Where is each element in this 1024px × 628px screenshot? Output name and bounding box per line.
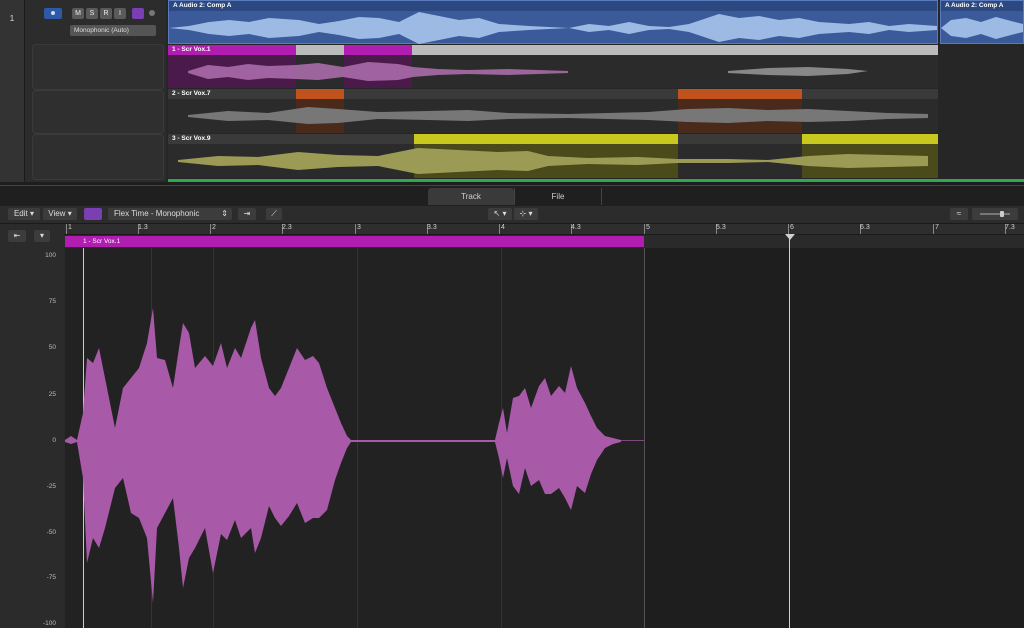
ruler-tick: 6.3 xyxy=(860,224,870,231)
main-waveform xyxy=(65,308,621,603)
take-1-selection xyxy=(344,45,412,55)
record-dot-icon xyxy=(149,10,155,16)
ruler-tick: 2 xyxy=(212,224,216,231)
amplitude-label: 25 xyxy=(48,391,56,398)
take-header-panel xyxy=(32,90,164,134)
take-3-label: 3 - Scr Vox.9 xyxy=(172,135,211,142)
editor-toolbar: Edit ▾ View ▾ Flex Time - Monophonic ⇕ ⇥ … xyxy=(0,206,1024,224)
ruler-tick: 5 xyxy=(646,224,650,231)
flex-icon[interactable] xyxy=(132,8,144,19)
take-3-waveform xyxy=(178,148,928,174)
ruler-tick: 4 xyxy=(501,224,505,231)
playhead[interactable] xyxy=(789,234,790,628)
ruler-tick: 7.3 xyxy=(1005,224,1015,231)
take-2-waveform xyxy=(188,107,928,124)
view-menu-label: View xyxy=(48,209,66,218)
bar-ruler[interactable]: 1 1.3 2 2.3 3 3.3 4 4.3 5 5.3 6 6.3 7 7.… xyxy=(64,224,1024,235)
ruler-tick: 2.3 xyxy=(282,224,292,231)
amplitude-label: 0 xyxy=(52,437,56,444)
comp-waveform-next xyxy=(941,17,1023,39)
amplitude-label: -50 xyxy=(46,529,56,536)
take-3-selection xyxy=(414,134,678,144)
tab-file[interactable]: File xyxy=(514,188,602,205)
ruler-tick: 4.3 xyxy=(571,224,581,231)
track-number: 1 xyxy=(9,14,15,23)
comp-region-next[interactable]: A Audio 2: Comp A xyxy=(940,0,1024,44)
waveform-display[interactable] xyxy=(65,234,1024,628)
comp-region-title-next: A Audio 2: Comp A xyxy=(941,1,1023,11)
amplitude-label: -25 xyxy=(46,483,56,490)
ruler-tick: 6 xyxy=(790,224,794,231)
editor-tab-bar: Track File xyxy=(0,185,1024,206)
mute-button[interactable]: M xyxy=(72,8,84,19)
take-header-panel xyxy=(32,44,164,90)
playhead-handle[interactable] xyxy=(785,234,795,240)
ruler-tick: 5.3 xyxy=(716,224,726,231)
amplitude-label: 50 xyxy=(48,344,56,351)
catch-playhead-button[interactable]: ⇤ xyxy=(8,230,26,242)
take-header-panel xyxy=(32,134,164,180)
flex-toggle-icon[interactable] xyxy=(84,208,102,220)
ruler-tick: 1 xyxy=(68,224,72,231)
catch-icon[interactable]: ⟋ xyxy=(266,208,282,220)
record-button[interactable]: R xyxy=(100,8,112,19)
track-number-column: 1 xyxy=(0,0,25,182)
region-label: 1 - Scr Vox.1 xyxy=(83,238,121,245)
comp-region-title: A Audio 2: Comp A xyxy=(169,1,937,11)
audio-editor: Track File Edit ▾ View ▾ Flex Time - Mon… xyxy=(0,185,1024,628)
amplitude-label: 100 xyxy=(45,252,56,259)
take-1-waveform xyxy=(188,62,868,81)
flex-mode-dropdown-label: Flex Time - Monophonic xyxy=(114,209,200,218)
tab-track[interactable]: Track xyxy=(428,188,514,205)
zoom-slider[interactable] xyxy=(972,208,1018,220)
ruler-tick: 3.3 xyxy=(427,224,437,231)
take-3-selection xyxy=(802,134,938,144)
ruler-tick: 1.3 xyxy=(138,224,148,231)
comp-waveform xyxy=(169,12,937,44)
ruler-tick: 7 xyxy=(935,224,939,231)
link-button[interactable]: ▾ xyxy=(34,230,50,242)
flex-mode-select[interactable]: Monophonic (Auto) xyxy=(70,25,156,36)
take-lane-1[interactable]: 1 - Scr Vox.1 xyxy=(168,45,938,88)
waveform-zoom-icon[interactable]: ≈ xyxy=(950,208,968,220)
take-2-selection xyxy=(296,89,344,99)
comp-region[interactable]: A Audio 2: Comp A xyxy=(168,0,938,44)
take-lane-3[interactable]: 3 - Scr Vox.9 xyxy=(168,134,938,178)
editor-gutter xyxy=(0,224,64,628)
ruler-tick: 3 xyxy=(357,224,361,231)
take-2-label: 2 - Scr Vox.7 xyxy=(172,90,211,97)
take-2-selection xyxy=(678,89,802,99)
amplitude-label: -75 xyxy=(46,574,56,581)
solo-button[interactable]: S xyxy=(86,8,98,19)
input-monitor-button[interactable]: I xyxy=(114,8,126,19)
audio-region-header[interactable]: 1 - Scr Vox.1 xyxy=(65,236,644,247)
track-icon[interactable] xyxy=(44,8,62,19)
edit-menu-button[interactable]: Edit ▾ xyxy=(8,208,40,220)
secondary-tool-button[interactable]: ⊹ ▾ xyxy=(514,208,538,220)
view-menu-button[interactable]: View ▾ xyxy=(43,208,77,220)
flex-mode-dropdown[interactable]: Flex Time - Monophonic ⇕ xyxy=(108,208,232,220)
edit-menu-label: Edit xyxy=(13,209,28,218)
amplitude-label: 75 xyxy=(48,298,56,305)
green-strip xyxy=(168,179,1024,182)
take-lane-2[interactable]: 2 - Scr Vox.7 xyxy=(168,89,938,133)
amplitude-label: -100 xyxy=(42,620,56,627)
arrange-area: 1 M S R I Monophonic (Auto) A Audio 2: C… xyxy=(0,0,1024,182)
take-1-label: 1 - Scr Vox.1 xyxy=(172,46,211,53)
track-header: 1 M S R I Monophonic (Auto) xyxy=(0,0,166,182)
pointer-tool-button[interactable]: ↖ ▾ xyxy=(488,208,512,220)
snap-icon[interactable]: ⇥ xyxy=(238,208,256,220)
